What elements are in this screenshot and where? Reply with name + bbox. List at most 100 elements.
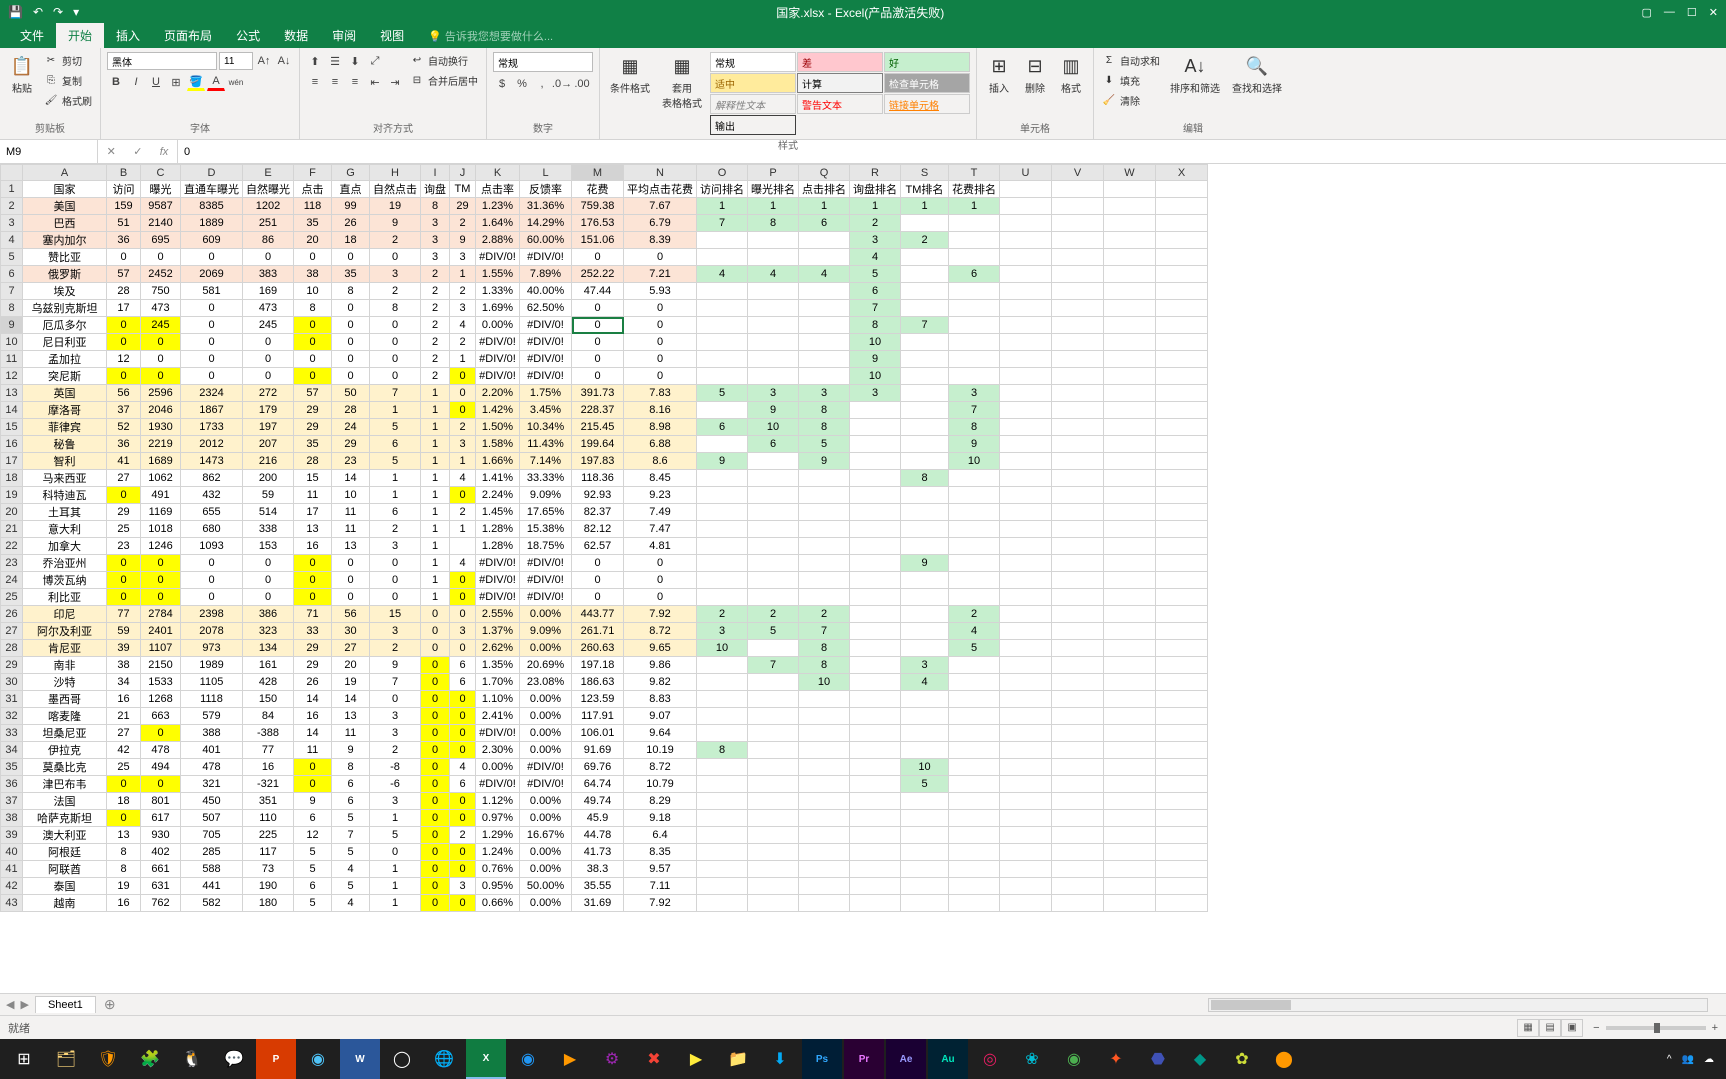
cell-I3[interactable]: 3 bbox=[421, 215, 450, 232]
cell-K6[interactable]: 1.55% bbox=[476, 266, 520, 283]
cell-D33[interactable]: 388 bbox=[181, 725, 243, 742]
cell-L34[interactable]: 0.00% bbox=[520, 742, 572, 759]
cell-C4[interactable]: 695 bbox=[141, 232, 181, 249]
cell-F12[interactable]: 0 bbox=[294, 368, 332, 385]
decrease-decimal-icon[interactable]: .00 bbox=[573, 75, 591, 93]
cell-L26[interactable]: 0.00% bbox=[520, 606, 572, 623]
cell-I38[interactable]: 0 bbox=[421, 810, 450, 827]
clear-button[interactable]: 🧹清除 bbox=[1100, 92, 1162, 109]
row-header-29[interactable]: 29 bbox=[1, 657, 23, 674]
cell-L20[interactable]: 17.65% bbox=[520, 504, 572, 521]
cell-C12[interactable]: 0 bbox=[141, 368, 181, 385]
cell-I1[interactable]: 询盘 bbox=[421, 181, 450, 198]
cell-F9[interactable]: 0 bbox=[294, 317, 332, 334]
tab-home[interactable]: 开始 bbox=[56, 23, 104, 48]
cell-F14[interactable]: 29 bbox=[294, 402, 332, 419]
cell-F34[interactable]: 11 bbox=[294, 742, 332, 759]
cell-R4[interactable]: 3 bbox=[850, 232, 901, 249]
cell-V24[interactable] bbox=[1052, 572, 1104, 589]
cell-M24[interactable]: 0 bbox=[572, 572, 624, 589]
cell-F7[interactable]: 10 bbox=[294, 283, 332, 300]
col-header-X[interactable]: X bbox=[1156, 165, 1208, 181]
cell-J34[interactable]: 0 bbox=[450, 742, 476, 759]
cell-L35[interactable]: #DIV/0! bbox=[520, 759, 572, 776]
cell-styles-gallery[interactable]: 常规 差 好 适中 计算 检查单元格 解释性文本 警告文本 链接单元格 输出 bbox=[710, 52, 970, 135]
cell-M39[interactable]: 44.78 bbox=[572, 827, 624, 844]
cell-V13[interactable] bbox=[1052, 385, 1104, 402]
cell-S23[interactable]: 9 bbox=[901, 555, 949, 572]
cell-K35[interactable]: 0.00% bbox=[476, 759, 520, 776]
row-header-8[interactable]: 8 bbox=[1, 300, 23, 317]
cell-K18[interactable]: 1.41% bbox=[476, 470, 520, 487]
cell-J32[interactable]: 0 bbox=[450, 708, 476, 725]
worksheet-grid[interactable]: ABCDEFGHIJKLMNOPQRSTUVWX1国家访问曝光直通车曝光自然曝光… bbox=[0, 164, 1726, 993]
cell-N24[interactable]: 0 bbox=[624, 572, 697, 589]
cell-I28[interactable]: 0 bbox=[421, 640, 450, 657]
cell-O9[interactable] bbox=[697, 317, 748, 334]
cell-I8[interactable]: 2 bbox=[421, 300, 450, 317]
cell-P12[interactable] bbox=[748, 368, 799, 385]
cell-R9[interactable]: 8 bbox=[850, 317, 901, 334]
cell-E14[interactable]: 179 bbox=[243, 402, 294, 419]
cell-J7[interactable]: 2 bbox=[450, 283, 476, 300]
fill-button[interactable]: ⬇填充 bbox=[1100, 72, 1162, 89]
cell-M22[interactable]: 62.57 bbox=[572, 538, 624, 555]
cell-C23[interactable]: 0 bbox=[141, 555, 181, 572]
cell-N4[interactable]: 8.39 bbox=[624, 232, 697, 249]
cell-N37[interactable]: 8.29 bbox=[624, 793, 697, 810]
cell-K10[interactable]: #DIV/0! bbox=[476, 334, 520, 351]
cell-C28[interactable]: 1107 bbox=[141, 640, 181, 657]
cell-L38[interactable]: 0.00% bbox=[520, 810, 572, 827]
cell-Q36[interactable] bbox=[799, 776, 850, 793]
cell-T13[interactable]: 3 bbox=[949, 385, 1000, 402]
cell-L7[interactable]: 40.00% bbox=[520, 283, 572, 300]
cell-R37[interactable] bbox=[850, 793, 901, 810]
cell-B6[interactable]: 57 bbox=[107, 266, 141, 283]
cell-J4[interactable]: 9 bbox=[450, 232, 476, 249]
cell-P43[interactable] bbox=[748, 895, 799, 912]
cell-L15[interactable]: 10.34% bbox=[520, 419, 572, 436]
cell-D36[interactable]: 321 bbox=[181, 776, 243, 793]
cell-R12[interactable]: 10 bbox=[850, 368, 901, 385]
cell-R33[interactable] bbox=[850, 725, 901, 742]
cell-L43[interactable]: 0.00% bbox=[520, 895, 572, 912]
cell-B11[interactable]: 12 bbox=[107, 351, 141, 368]
cell-A35[interactable]: 莫桑比克 bbox=[23, 759, 107, 776]
cell-L2[interactable]: 31.36% bbox=[520, 198, 572, 215]
cell-X36[interactable] bbox=[1156, 776, 1208, 793]
cell-M18[interactable]: 118.36 bbox=[572, 470, 624, 487]
cell-X1[interactable] bbox=[1156, 181, 1208, 198]
cell-N6[interactable]: 7.21 bbox=[624, 266, 697, 283]
cell-G39[interactable]: 7 bbox=[332, 827, 370, 844]
cell-N29[interactable]: 9.86 bbox=[624, 657, 697, 674]
cell-E32[interactable]: 84 bbox=[243, 708, 294, 725]
cell-B26[interactable]: 77 bbox=[107, 606, 141, 623]
cell-X5[interactable] bbox=[1156, 249, 1208, 266]
cell-O32[interactable] bbox=[697, 708, 748, 725]
cell-C1[interactable]: 曝光 bbox=[141, 181, 181, 198]
cell-L31[interactable]: 0.00% bbox=[520, 691, 572, 708]
cell-W25[interactable] bbox=[1104, 589, 1156, 606]
cell-V15[interactable] bbox=[1052, 419, 1104, 436]
cell-U9[interactable] bbox=[1000, 317, 1052, 334]
cell-E35[interactable]: 16 bbox=[243, 759, 294, 776]
cell-J2[interactable]: 29 bbox=[450, 198, 476, 215]
cell-R11[interactable]: 9 bbox=[850, 351, 901, 368]
cell-P2[interactable]: 1 bbox=[748, 198, 799, 215]
cell-H31[interactable]: 0 bbox=[370, 691, 421, 708]
cell-P23[interactable] bbox=[748, 555, 799, 572]
cell-Q6[interactable]: 4 bbox=[799, 266, 850, 283]
cell-T16[interactable]: 9 bbox=[949, 436, 1000, 453]
row-header-7[interactable]: 7 bbox=[1, 283, 23, 300]
cell-N26[interactable]: 7.92 bbox=[624, 606, 697, 623]
cell-G25[interactable]: 0 bbox=[332, 589, 370, 606]
cell-W26[interactable] bbox=[1104, 606, 1156, 623]
cell-B28[interactable]: 39 bbox=[107, 640, 141, 657]
cell-D12[interactable]: 0 bbox=[181, 368, 243, 385]
cell-U38[interactable] bbox=[1000, 810, 1052, 827]
cell-D21[interactable]: 680 bbox=[181, 521, 243, 538]
cell-K19[interactable]: 2.24% bbox=[476, 487, 520, 504]
cell-B39[interactable]: 13 bbox=[107, 827, 141, 844]
cell-F11[interactable]: 0 bbox=[294, 351, 332, 368]
cell-U14[interactable] bbox=[1000, 402, 1052, 419]
